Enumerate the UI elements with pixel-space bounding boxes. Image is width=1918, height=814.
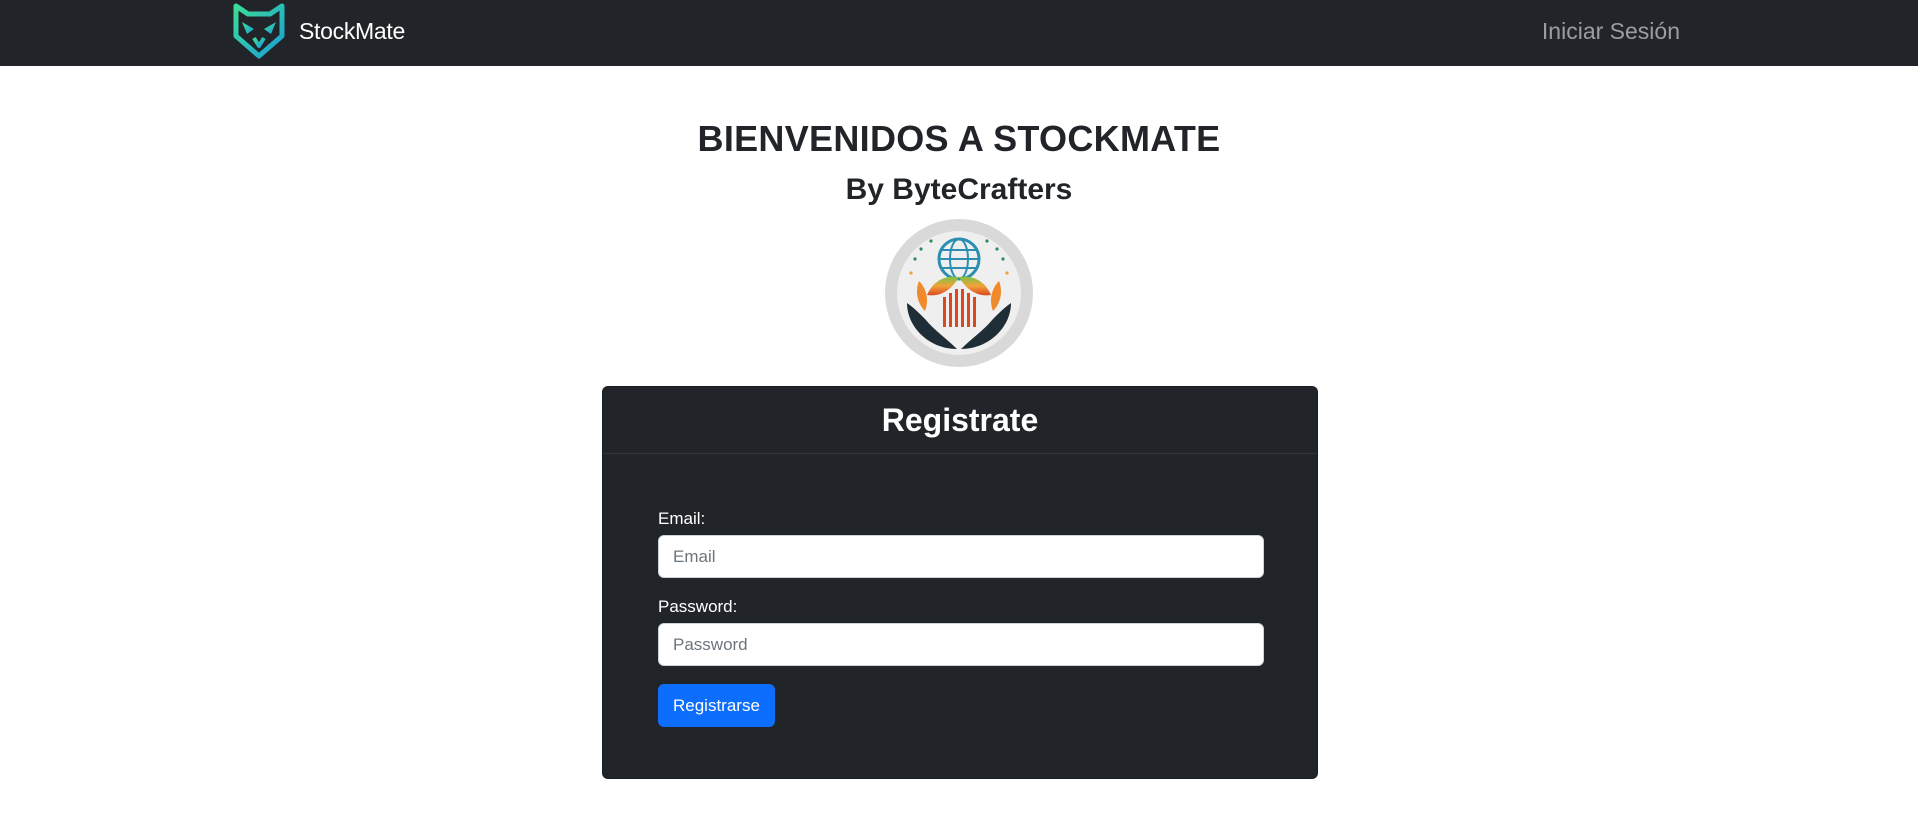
register-card: Registrate Email: Password: Registrarse [602,386,1318,779]
email-field-group: Email: [658,509,1264,578]
globe-plant-emblem-icon [885,219,1033,367]
register-button[interactable]: Registrarse [658,684,775,727]
email-input[interactable] [658,535,1264,578]
brand-name: StockMate [299,17,405,44]
page-subtitle: By ByteCrafters [845,173,1073,206]
top-navbar: StockMate Iniciar Sesión [0,0,1918,66]
register-card-title: Registrate [881,401,1039,438]
password-label: Password: [658,597,738,616]
register-card-header: Registrate [603,387,1317,454]
login-link[interactable]: Iniciar Sesión [1542,18,1680,45]
brand-link[interactable]: StockMate [230,2,405,60]
email-label: Email: [658,509,706,528]
page-title: BIENVENIDOS A STOCKMATE [697,118,1221,159]
owl-logo-icon [230,2,288,60]
password-input[interactable] [658,623,1264,666]
register-form: Email: Password: Registrarse [658,509,1264,727]
password-field-group: Password: [658,597,1264,666]
